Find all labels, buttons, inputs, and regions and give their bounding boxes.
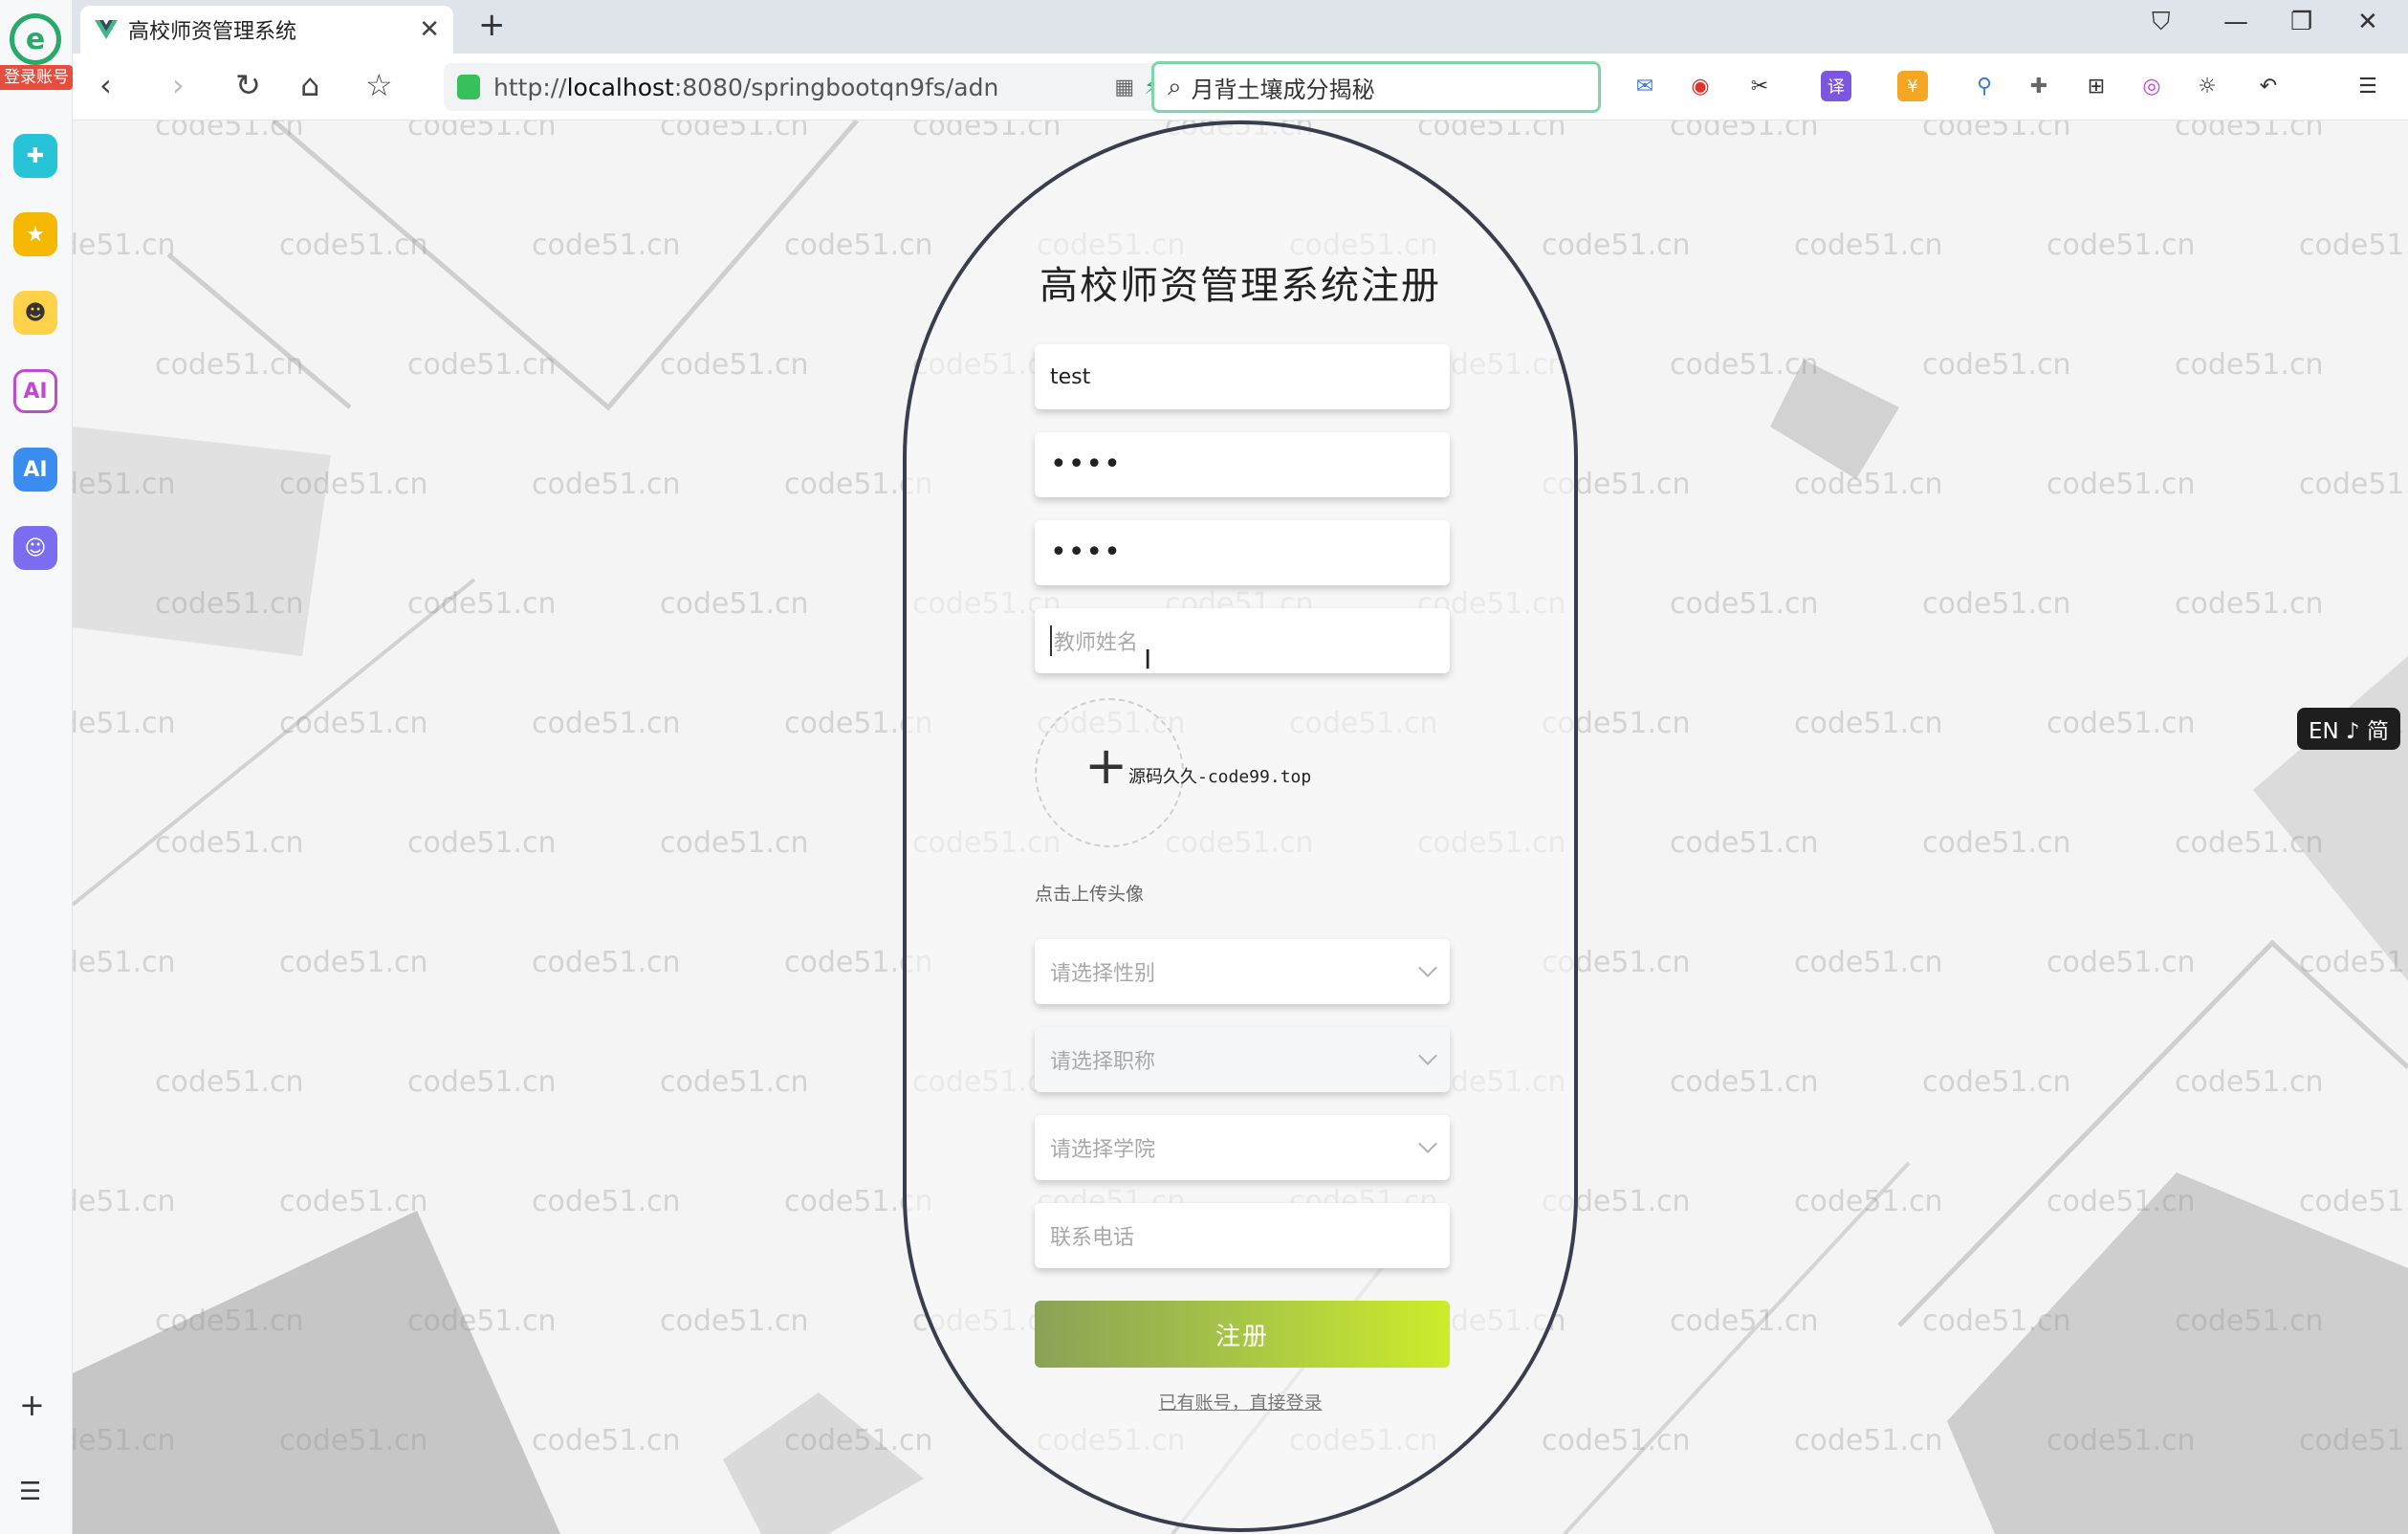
browser-sidebar: e 登录账号 ✚ ★ ☻ AI AI ☺ + ☰ — [0, 0, 73, 1534]
scissors-icon[interactable]: ✂ — [1744, 71, 1775, 101]
tab-close-icon[interactable]: ✕ — [419, 15, 440, 44]
browser-toolbar: ‹ › ↻ ⌂ ☆ http://localhost:8080/springbo… — [71, 54, 2408, 121]
shirt-icon[interactable]: ⛉ — [2152, 8, 2171, 37]
username-field[interactable]: test — [1035, 344, 1450, 409]
menu-icon[interactable]: ☰ — [2353, 71, 2383, 101]
mail-icon[interactable]: ✉ — [1630, 71, 1660, 101]
qr-icon[interactable]: ▦ — [1114, 76, 1134, 99]
register-button[interactable]: 注册 — [1035, 1301, 1450, 1368]
title-rank-select[interactable]: 请选择职称 — [1035, 1027, 1450, 1092]
grid-icon[interactable]: ⊞ — [2081, 71, 2112, 101]
search-icon: ⌕ — [1168, 72, 1182, 101]
sun-icon[interactable]: ☼ — [2192, 71, 2222, 101]
sidebar-chat-icon[interactable]: ☻ — [13, 291, 57, 335]
login-badge[interactable]: 登录账号 — [0, 65, 73, 90]
coupon-icon[interactable]: ¥ — [1897, 71, 1928, 101]
new-tab-icon[interactable]: + — [478, 6, 506, 44]
browser-tab[interactable]: 高校师资管理系统 ✕ — [80, 6, 453, 54]
confirm-password-field[interactable]: •••• — [1035, 520, 1450, 585]
language-switch[interactable]: EN ♪ 简 — [2297, 708, 2400, 750]
avatar-uploader[interactable]: + 源码久久-code99.top — [1035, 698, 1311, 847]
restore-icon[interactable]: ❐ — [2290, 8, 2312, 36]
sidebar-list-icon[interactable]: ☰ — [19, 1478, 41, 1506]
phone-field[interactable]: 联系电话 — [1035, 1203, 1450, 1268]
forward-icon[interactable]: › — [172, 67, 185, 103]
gender-placeholder: 请选择性别 — [1050, 962, 1156, 986]
shield-icon — [457, 75, 480, 99]
text-cursor-icon: Ι — [1144, 644, 1152, 675]
browser-logo-icon[interactable]: e — [10, 13, 61, 65]
refresh-icon[interactable]: ↻ — [235, 67, 261, 103]
college-placeholder: 请选择学院 — [1050, 1138, 1156, 1162]
address-bar[interactable]: http://localhost:8080/springbootqn9fs/ad… — [444, 63, 1199, 111]
url-host: localhost — [566, 73, 674, 101]
star-icon[interactable]: ☆ — [365, 67, 393, 103]
vue-icon — [95, 20, 118, 39]
password-mask: •••• — [1050, 448, 1122, 481]
url-prefix: http:// — [493, 73, 567, 101]
upload-hint: 点击上传头像 — [1035, 884, 1145, 905]
window-close-icon[interactable]: ✕ — [2357, 8, 2378, 36]
magnifier-icon[interactable]: ⚲ — [1969, 71, 2000, 101]
college-select[interactable]: 请选择学院 — [1035, 1115, 1450, 1180]
title-rank-placeholder: 请选择职称 — [1050, 1050, 1156, 1074]
page-title: 高校师资管理系统注册 — [1040, 264, 1441, 308]
translate-icon[interactable]: 译 — [1821, 71, 1851, 101]
puzzle-icon[interactable]: ✚ — [2024, 71, 2054, 101]
avatar-watermark: 源码久久-code99.top — [1128, 767, 1312, 787]
password-field[interactable]: •••• — [1035, 432, 1450, 497]
search-text: 月背土壤成分揭秘 — [1191, 76, 1375, 103]
confirm-password-mask: •••• — [1050, 536, 1122, 569]
login-link[interactable]: 已有账号，直接登录 — [907, 1389, 1574, 1414]
tab-title: 高校师资管理系统 — [128, 20, 297, 44]
sidebar-favorites-icon[interactable]: ★ — [13, 212, 57, 256]
search-input[interactable]: ⌕ 月背土壤成分揭秘 — [1151, 61, 1601, 113]
chevron-down-icon — [1418, 1134, 1437, 1153]
sidebar-add-icon[interactable]: + — [19, 1387, 45, 1423]
sidebar-app-plus-icon[interactable]: ✚ — [13, 134, 57, 178]
gender-select[interactable]: 请选择性别 — [1035, 939, 1450, 1004]
chevron-down-icon — [1418, 958, 1437, 977]
phone-placeholder: 联系电话 — [1050, 1226, 1135, 1250]
sidebar-ai-blue-icon[interactable]: AI — [13, 448, 57, 492]
plus-icon: + — [1084, 735, 1128, 796]
minimize-icon[interactable]: — — [2223, 8, 2248, 36]
back-icon[interactable]: ‹ — [99, 67, 112, 103]
undo-icon[interactable]: ↶ — [2253, 71, 2284, 101]
weibo-icon[interactable]: ◉ — [1685, 71, 1716, 101]
username-value: test — [1050, 364, 1091, 389]
url-rest: :8080/springbootqn9fs/adn — [673, 73, 999, 101]
browser-titlebar: 高校师资管理系统 ✕ + ⛉ — ❐ ✕ — [0, 0, 2408, 54]
chevron-down-icon — [1418, 1046, 1437, 1065]
teacher-name-placeholder: 教师姓名 — [1050, 625, 1138, 656]
sidebar-ai-icon[interactable]: AI — [13, 369, 57, 413]
teacher-name-field[interactable]: 教师姓名 — [1035, 608, 1450, 673]
sidebar-robot-icon[interactable]: ☺ — [13, 526, 57, 570]
ai-assistant-icon[interactable]: ◎ — [2136, 71, 2167, 101]
home-icon[interactable]: ⌂ — [300, 67, 319, 103]
register-form: 高校师资管理系统注册 test •••• •••• 教师姓名 Ι + 源码久久-… — [903, 121, 1578, 1532]
